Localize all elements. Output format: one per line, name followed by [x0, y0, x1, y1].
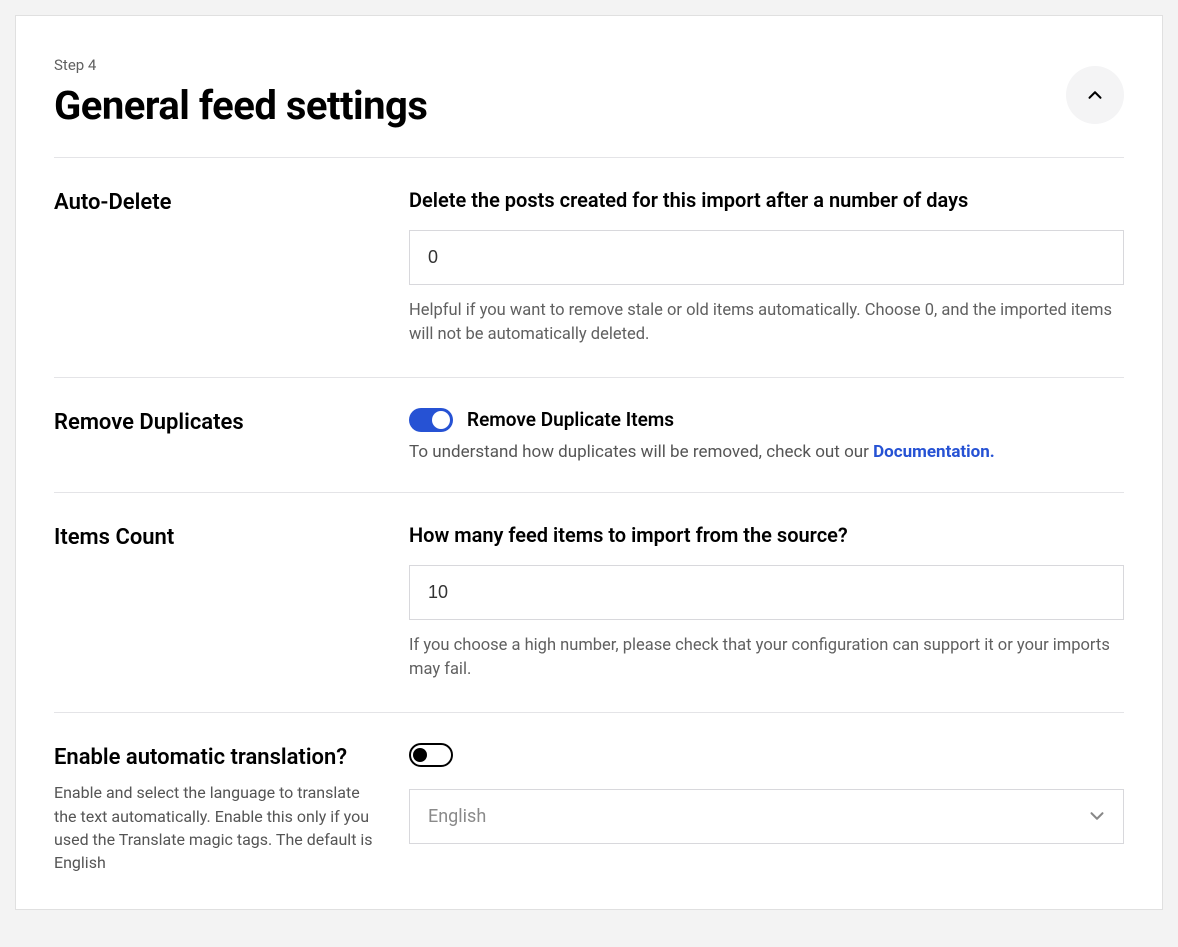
section-translation: Enable automatic translation? Enable and…	[54, 713, 1124, 875]
translation-toggle[interactable]	[409, 743, 453, 767]
items-count-field-title: How many feed items to import from the s…	[409, 523, 1124, 547]
auto-delete-label: Auto-Delete	[54, 188, 379, 219]
remove-duplicates-toggle[interactable]	[409, 408, 453, 432]
items-count-help: If you choose a high number, please chec…	[409, 634, 1124, 682]
section-right: Delete the posts created for this import…	[409, 188, 1124, 347]
section-items-count: Items Count How many feed items to impor…	[54, 493, 1124, 713]
remove-duplicates-toggle-label: Remove Duplicate Items	[467, 408, 674, 431]
auto-delete-field-title: Delete the posts created for this import…	[409, 188, 1124, 212]
remove-duplicates-doc-line: To understand how duplicates will be rem…	[409, 442, 1124, 462]
doc-prefix: To understand how duplicates will be rem…	[409, 442, 873, 462]
auto-delete-input[interactable]	[409, 230, 1124, 285]
items-count-label: Items Count	[54, 523, 379, 554]
auto-delete-help: Helpful if you want to remove stale or o…	[409, 299, 1124, 347]
header-text-block: Step 4 General feed settings	[54, 56, 427, 157]
toggle-knob	[432, 411, 450, 429]
section-left: Enable automatic translation? Enable and…	[54, 743, 409, 875]
general-feed-settings-panel: Step 4 General feed settings Auto-Delete…	[15, 15, 1163, 910]
section-left: Auto-Delete	[54, 188, 409, 219]
toggle-knob	[413, 748, 427, 762]
language-select[interactable]: English	[409, 789, 1124, 844]
panel-header: Step 4 General feed settings	[54, 56, 1124, 157]
items-count-input[interactable]	[409, 565, 1124, 620]
remove-duplicates-label: Remove Duplicates	[54, 408, 379, 439]
language-select-wrap: English	[409, 789, 1124, 844]
section-right: How many feed items to import from the s…	[409, 523, 1124, 682]
translation-toggle-row	[409, 743, 1124, 767]
step-label: Step 4	[54, 56, 427, 74]
remove-duplicates-toggle-row: Remove Duplicate Items	[409, 408, 1124, 432]
section-auto-delete: Auto-Delete Delete the posts created for…	[54, 158, 1124, 378]
section-right: Remove Duplicate Items To understand how…	[409, 408, 1124, 462]
section-left: Remove Duplicates	[54, 408, 409, 439]
translation-subtext: Enable and select the language to transl…	[54, 781, 379, 874]
section-remove-duplicates: Remove Duplicates Remove Duplicate Items…	[54, 378, 1124, 493]
documentation-link[interactable]: Documentation.	[873, 442, 995, 462]
collapse-button[interactable]	[1066, 66, 1124, 124]
chevron-up-icon	[1084, 84, 1106, 106]
translation-label: Enable automatic translation?	[54, 743, 379, 774]
panel-title: General feed settings	[54, 82, 427, 129]
section-left: Items Count	[54, 523, 409, 554]
section-right: English	[409, 743, 1124, 844]
